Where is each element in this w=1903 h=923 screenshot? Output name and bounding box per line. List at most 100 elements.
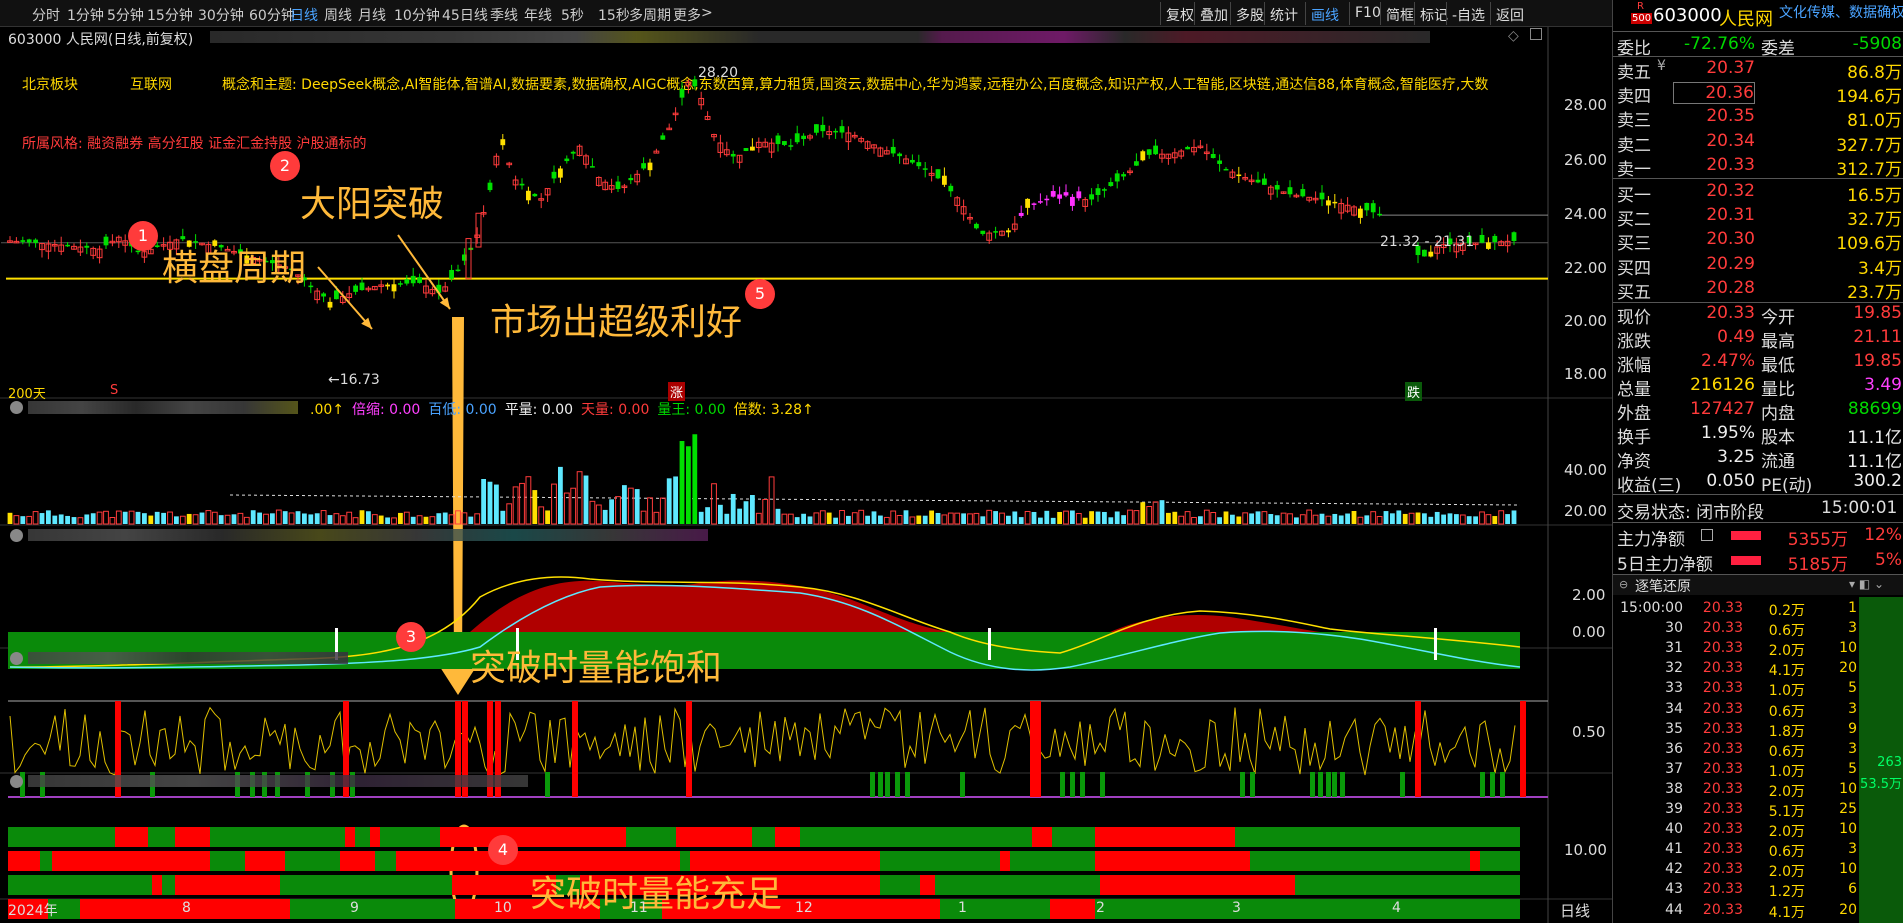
collapse-icon[interactable]	[10, 652, 23, 665]
timeframe-8[interactable]: 月线	[358, 5, 386, 25]
candle-body	[1185, 146, 1190, 150]
buy-price[interactable]: 20.31	[1673, 205, 1755, 225]
tick-count: 3	[1848, 620, 1857, 637]
timeframe-11[interactable]: 季线	[490, 5, 518, 25]
flow-detail-icon[interactable]	[1701, 529, 1713, 541]
toolbar-button-7[interactable]: 标记	[1420, 5, 1448, 25]
signal-stripe	[1250, 851, 1470, 871]
timeframe-12[interactable]: 年线	[524, 5, 552, 25]
volume-bar	[109, 517, 116, 525]
buy-price[interactable]: 20.30	[1673, 229, 1755, 249]
energy-saturation-bar	[1035, 701, 1041, 797]
volume-bar	[474, 513, 481, 525]
timeframe-15[interactable]: 多周期	[629, 5, 671, 25]
volume-bar	[1447, 513, 1453, 524]
volume-bar	[558, 466, 563, 524]
timeframe-3[interactable]: 15分钟	[147, 5, 193, 25]
ticks-collapse-icon[interactable]: ⊖	[1619, 578, 1628, 591]
stat-value: 1.95%	[1700, 423, 1755, 443]
tick-volume: 5.1万	[1768, 804, 1805, 820]
collapse-icon[interactable]	[10, 401, 23, 414]
volume-bar	[1184, 511, 1191, 525]
candle-body	[788, 145, 794, 147]
timeframe-16[interactable]: 更多	[673, 5, 701, 25]
toolbar-button-8[interactable]: -自选	[1452, 5, 1485, 25]
stat-label: 流通	[1761, 452, 1795, 472]
sell-price[interactable]: 20.36	[1673, 82, 1755, 105]
candle-body	[1364, 202, 1370, 211]
volume-bar	[1511, 510, 1517, 524]
toolbar-button-4[interactable]: 画线	[1311, 5, 1339, 25]
annotation-text-3: 突破时量能饱和	[470, 648, 723, 689]
x-tick: 3	[1232, 900, 1241, 916]
trade-time: 15:00:01	[1821, 498, 1898, 518]
volume-bar	[39, 513, 45, 524]
timeframe-9[interactable]: 10分钟	[394, 5, 440, 25]
volume-bar	[231, 514, 237, 524]
annotation-marker-4: 4	[488, 835, 518, 865]
volume-bar	[1479, 511, 1485, 525]
timeframe-1[interactable]: 1分钟	[67, 5, 104, 25]
sell-price[interactable]: 20.37	[1673, 58, 1755, 78]
collapse-icon[interactable]	[10, 529, 23, 542]
toolbar-button-3[interactable]: 统计	[1270, 5, 1298, 25]
toolbar-button-6[interactable]: 简框	[1386, 5, 1414, 25]
volume-bar	[1152, 501, 1159, 525]
stat-value: 3.25	[1717, 447, 1755, 467]
chart-area[interactable]: 603000 人民网(日线,前复权) ◇ 北京板块 互联网 概念和主题: Dee…	[0, 27, 1612, 923]
volume-bar	[1108, 517, 1114, 524]
tick-volume: 4.1万	[1768, 904, 1805, 921]
price-tick: 24.00	[1564, 205, 1607, 223]
annotation-text-5: 市场出超级利好	[490, 302, 743, 343]
timeframe-0[interactable]: 分时	[32, 5, 60, 25]
volume-bar	[692, 434, 698, 524]
flow-bar	[1731, 556, 1761, 565]
tick-volume: 0.6万	[1768, 703, 1805, 720]
toolbar-button-9[interactable]: 返回	[1496, 5, 1524, 25]
toolbar-button-0[interactable]: 复权	[1166, 5, 1194, 25]
candle-body	[814, 124, 819, 133]
toolbar-button-2[interactable]: 多股	[1236, 5, 1264, 25]
volume-param-4: 天量: 0.00	[581, 402, 650, 418]
tick-count: 10	[1839, 861, 1857, 878]
buy-price[interactable]: 20.32	[1673, 181, 1755, 201]
price-tick: 22.00	[1564, 259, 1607, 277]
timeframe-13[interactable]: 5秒	[561, 5, 584, 25]
ticks-controls-icon[interactable]: ▾ ◧ ⌄	[1849, 577, 1884, 591]
x-tick: 12	[795, 900, 813, 916]
signal-stripe	[920, 875, 935, 895]
toolbar-button-5[interactable]: F10	[1355, 5, 1381, 21]
volume-bar	[1459, 514, 1466, 525]
timeframe-6[interactable]: 日线	[290, 5, 318, 25]
timeframe-2[interactable]: 5分钟	[107, 5, 144, 25]
volume-param-5: 量王: 0.00	[657, 402, 726, 418]
more-chevron-icon[interactable]: >	[701, 5, 713, 21]
volume-bar	[122, 511, 128, 524]
stock-name[interactable]: 人民网	[1719, 5, 1773, 31]
volume-bar	[346, 511, 353, 525]
timeframe-14[interactable]: 15秒	[598, 5, 630, 25]
volume-bar	[967, 513, 973, 525]
signal-stripe	[285, 851, 340, 871]
toolbar-button-1[interactable]: 叠加	[1200, 5, 1228, 25]
buy-price[interactable]: 20.29	[1673, 254, 1755, 274]
sell-price[interactable]: 20.34	[1673, 131, 1755, 151]
timeframe-10[interactable]: 45日线	[442, 5, 488, 25]
stat-value: 0.49	[1717, 327, 1755, 347]
candle-body	[417, 277, 422, 283]
volume-bar	[115, 510, 122, 525]
volume-bar	[1006, 515, 1011, 524]
sell-price[interactable]: 20.35	[1673, 106, 1755, 126]
timeframe-7[interactable]: 周线	[324, 5, 352, 25]
buy-price[interactable]: 20.28	[1673, 278, 1755, 298]
sell-price[interactable]: 20.33	[1673, 155, 1755, 175]
sell-label: 卖二	[1617, 135, 1651, 156]
timeframe-4[interactable]: 30分钟	[198, 5, 244, 25]
collapse-icon[interactable]	[10, 775, 23, 788]
signal-stripe	[115, 827, 148, 847]
candle-body	[1479, 234, 1485, 243]
timeframe-5[interactable]: 60分钟	[249, 5, 295, 25]
candle-body	[775, 135, 781, 145]
tick-price: 20.33	[1702, 780, 1743, 797]
volume-bar	[218, 515, 224, 524]
